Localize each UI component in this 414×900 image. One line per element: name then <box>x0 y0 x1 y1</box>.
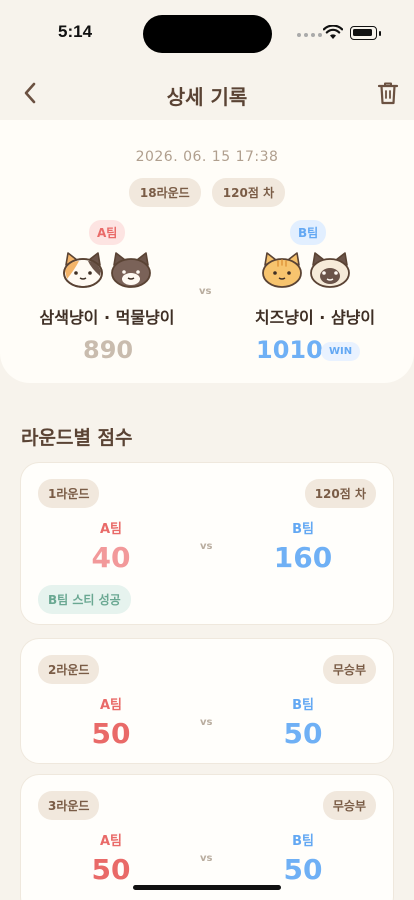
team-a-label: A팀 <box>99 698 123 713</box>
round-team-a: A팀 50 <box>51 830 171 886</box>
vs-label: vs <box>200 853 213 864</box>
team-a-round-score: 50 <box>91 717 131 750</box>
signal-icon <box>297 33 322 37</box>
team-a-total-score: 890 <box>83 336 134 364</box>
team-a-round-score: 50 <box>91 853 131 886</box>
team-b-tag: B팀 <box>290 220 327 245</box>
wifi-icon <box>323 25 343 39</box>
team-b-label: B팀 <box>292 522 314 537</box>
team-b-round-score: 50 <box>283 717 323 750</box>
vs-label: vs <box>199 286 212 297</box>
team-a-round-score: 40 <box>91 541 131 574</box>
round-team-a: A팀 50 <box>51 694 171 750</box>
round-team-b: B팀 50 <box>243 694 363 750</box>
round-result: 무승부 <box>322 791 376 820</box>
battery-cap <box>379 31 381 36</box>
round-team-a: A팀 40 <box>51 518 171 574</box>
round-result: 무승부 <box>322 655 376 684</box>
round-card[interactable]: 2라운드 무승부 A팀 50 vs B팀 50 <box>21 639 393 763</box>
round-card[interactable]: 1라운드 120점 차 A팀 40 vs B팀 160 B팀 스티 성공 <box>21 463 393 624</box>
vs-label: vs <box>200 541 213 552</box>
home-indicator[interactable] <box>133 885 281 890</box>
team-b-label: B팀 <box>292 698 314 713</box>
vs-label: vs <box>200 717 213 728</box>
round-label: 1라운드 <box>38 479 100 508</box>
status-bar: 5:14 <box>0 0 414 60</box>
team-b-round-score: 160 <box>273 541 333 574</box>
win-badge: WIN <box>321 342 361 361</box>
cheese-cat-icon <box>262 252 302 288</box>
trash-icon[interactable] <box>377 81 399 105</box>
status-time: 5:14 <box>58 22 93 41</box>
game-datetime: 2026. 06. 15 17:38 <box>135 149 279 165</box>
round-team-b: B팀 160 <box>243 518 363 574</box>
steal-badge: B팀 스티 성공 <box>38 585 131 614</box>
calico-cat-icon <box>63 252 103 288</box>
round-label: 3라운드 <box>38 791 100 820</box>
team-b-round-score: 50 <box>283 853 323 886</box>
dark-cat-icon <box>111 252 151 288</box>
round-result: 120점 차 <box>304 479 376 508</box>
team-a-label: A팀 <box>99 834 123 849</box>
summary-pills: 18라운드 120점 차 <box>0 178 414 207</box>
nav-bar: 상세 기록 <box>0 68 414 120</box>
dynamic-island <box>143 15 272 53</box>
team-a-cats <box>61 251 153 289</box>
game-summary-card: 2026. 06. 15 17:38 18라운드 120점 차 A팀 삼색냥이 … <box>0 120 414 383</box>
team-b-label: B팀 <box>292 834 314 849</box>
siamese-cat-icon <box>310 252 350 288</box>
team-a-name: 삼색냥이 · 먹물냥이 <box>39 308 175 327</box>
team-b-cats <box>260 251 352 289</box>
team-b-name: 치즈냥이 · 샴냥이 <box>254 308 376 327</box>
diff-pill: 120점 차 <box>211 178 286 207</box>
team-a-label: A팀 <box>99 522 123 537</box>
round-card[interactable]: 3라운드 무승부 A팀 50 vs B팀 50 <box>21 775 393 900</box>
round-label: 2라운드 <box>38 655 100 684</box>
page-title: 상세 기록 <box>166 85 248 109</box>
section-title: 라운드별 점수 <box>21 427 133 449</box>
battery-icon <box>350 26 377 40</box>
rounds-pill: 18라운드 <box>128 178 201 207</box>
team-b-total-score: 1010 <box>256 336 323 364</box>
round-team-b: B팀 50 <box>243 830 363 886</box>
team-a-tag: A팀 <box>89 220 126 245</box>
